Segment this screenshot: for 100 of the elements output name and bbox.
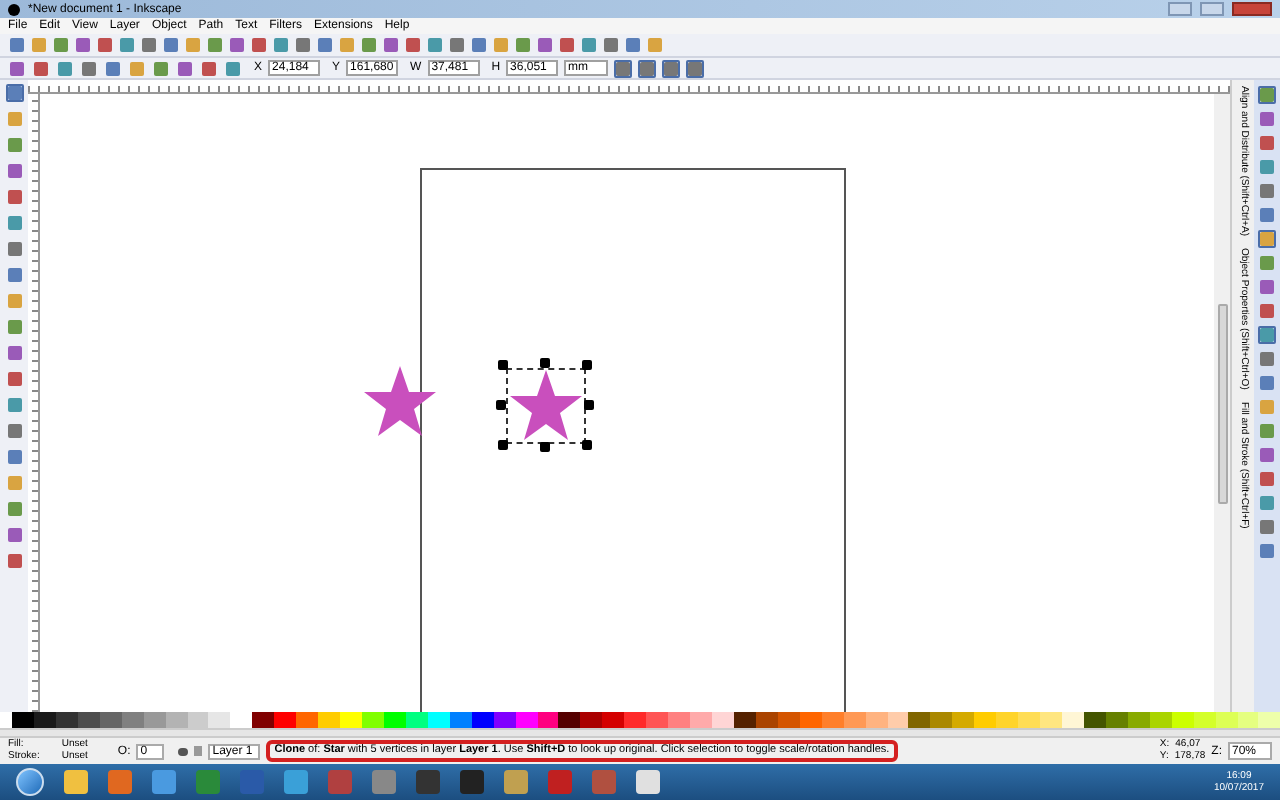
color-swatch[interactable] bbox=[121, 712, 144, 728]
color-swatch[interactable] bbox=[12, 712, 34, 728]
color-swatch[interactable] bbox=[33, 712, 56, 728]
color-swatch[interactable] bbox=[558, 712, 581, 728]
taskbar-app-icon[interactable] bbox=[108, 770, 132, 794]
color-swatch[interactable] bbox=[843, 712, 866, 728]
color-swatch[interactable] bbox=[930, 712, 953, 728]
color-swatch[interactable] bbox=[1105, 712, 1128, 728]
tool-icon[interactable] bbox=[5, 318, 23, 336]
tool-icon[interactable] bbox=[5, 370, 23, 388]
color-swatch[interactable] bbox=[1083, 712, 1106, 728]
color-swatch[interactable] bbox=[690, 712, 712, 728]
color-swatch[interactable] bbox=[318, 712, 341, 728]
color-swatch[interactable] bbox=[208, 712, 231, 728]
color-swatch[interactable] bbox=[602, 712, 625, 728]
color-swatch[interactable] bbox=[296, 712, 319, 728]
color-swatch[interactable] bbox=[165, 712, 187, 728]
color-swatch[interactable] bbox=[624, 712, 647, 728]
start-button[interactable] bbox=[16, 768, 44, 796]
resize-handle[interactable] bbox=[498, 440, 508, 450]
tool-icon[interactable] bbox=[5, 422, 23, 440]
color-swatch[interactable] bbox=[1018, 712, 1041, 728]
color-swatch[interactable] bbox=[143, 712, 166, 728]
tool-icon[interactable] bbox=[5, 162, 23, 180]
color-swatch[interactable] bbox=[187, 712, 209, 728]
scrollbar-thumb[interactable] bbox=[1217, 303, 1227, 503]
taskbar-app-icon[interactable] bbox=[636, 770, 660, 794]
resize-handle[interactable] bbox=[584, 400, 594, 410]
taskbar-app-icon[interactable] bbox=[372, 770, 396, 794]
color-swatch[interactable] bbox=[755, 712, 778, 728]
color-swatch[interactable] bbox=[493, 712, 516, 728]
color-swatch[interactable] bbox=[733, 712, 756, 728]
color-swatch[interactable] bbox=[1062, 712, 1084, 728]
color-swatch[interactable] bbox=[668, 712, 691, 728]
color-swatch[interactable] bbox=[865, 712, 887, 728]
color-swatch[interactable] bbox=[1127, 712, 1150, 728]
lock-icon[interactable] bbox=[194, 746, 203, 756]
taskbar-app-icon[interactable] bbox=[416, 770, 440, 794]
color-swatch[interactable] bbox=[537, 712, 559, 728]
color-swatch[interactable] bbox=[1215, 712, 1237, 728]
tool-icon[interactable] bbox=[5, 344, 23, 362]
resize-handle[interactable] bbox=[582, 360, 592, 370]
color-swatch[interactable] bbox=[777, 712, 800, 728]
color-swatch[interactable] bbox=[77, 712, 100, 728]
tool-icon[interactable] bbox=[5, 84, 23, 102]
eye-icon[interactable] bbox=[178, 747, 189, 755]
color-swatch[interactable] bbox=[1237, 712, 1259, 728]
star-shape[interactable] bbox=[362, 366, 438, 438]
maximize-button[interactable] bbox=[1200, 2, 1224, 16]
color-swatch[interactable] bbox=[952, 712, 975, 728]
color-swatch[interactable] bbox=[1258, 712, 1280, 728]
tool-icon[interactable] bbox=[5, 396, 23, 414]
tool-icon[interactable] bbox=[5, 240, 23, 258]
tool-icon[interactable] bbox=[5, 292, 23, 310]
taskbar-app-icon[interactable] bbox=[152, 770, 176, 794]
tool-icon[interactable] bbox=[5, 266, 23, 284]
tool-icon[interactable] bbox=[5, 448, 23, 466]
color-swatch[interactable] bbox=[1193, 712, 1216, 728]
taskbar-app-icon[interactable] bbox=[504, 770, 528, 794]
no-paint-swatch[interactable] bbox=[0, 712, 12, 728]
minimize-button[interactable] bbox=[1168, 2, 1192, 16]
tool-icon[interactable] bbox=[5, 526, 23, 544]
selected-star[interactable] bbox=[508, 370, 584, 442]
color-swatch[interactable] bbox=[821, 712, 844, 728]
tool-icon[interactable] bbox=[5, 552, 23, 570]
color-swatch[interactable] bbox=[405, 712, 428, 728]
color-swatch[interactable] bbox=[887, 712, 909, 728]
tool-icon[interactable] bbox=[5, 500, 23, 518]
color-swatch[interactable] bbox=[1040, 712, 1062, 728]
color-swatch[interactable] bbox=[799, 712, 822, 728]
tool-icon[interactable] bbox=[5, 136, 23, 154]
color-swatch[interactable] bbox=[55, 712, 78, 728]
taskbar-app-icon[interactable] bbox=[284, 770, 308, 794]
color-swatch[interactable] bbox=[383, 712, 406, 728]
color-swatch[interactable] bbox=[515, 712, 537, 728]
color-swatch[interactable] bbox=[252, 712, 275, 728]
resize-handle[interactable] bbox=[582, 440, 592, 450]
color-swatch[interactable] bbox=[99, 712, 122, 728]
color-swatch[interactable] bbox=[580, 712, 603, 728]
color-swatch[interactable] bbox=[646, 712, 669, 728]
tool-icon[interactable] bbox=[5, 214, 23, 232]
palette-scrollbar[interactable] bbox=[0, 728, 1280, 738]
color-swatch[interactable] bbox=[908, 712, 931, 728]
resize-handle[interactable] bbox=[540, 442, 550, 452]
color-swatch[interactable] bbox=[712, 712, 734, 728]
color-swatch[interactable] bbox=[340, 712, 362, 728]
resize-handle[interactable] bbox=[540, 358, 550, 368]
resize-handle[interactable] bbox=[498, 360, 508, 370]
color-swatch[interactable] bbox=[1149, 712, 1172, 728]
color-swatch[interactable] bbox=[471, 712, 494, 728]
taskbar-app-icon[interactable] bbox=[460, 770, 484, 794]
color-swatch[interactable] bbox=[996, 712, 1019, 728]
tool-icon[interactable] bbox=[5, 110, 23, 128]
color-swatch[interactable] bbox=[1171, 712, 1194, 728]
color-swatch[interactable] bbox=[449, 712, 472, 728]
tool-icon[interactable] bbox=[5, 474, 23, 492]
color-swatch[interactable] bbox=[274, 712, 297, 728]
color-swatch[interactable] bbox=[974, 712, 997, 728]
resize-handle[interactable] bbox=[496, 400, 506, 410]
taskbar-app-icon[interactable] bbox=[64, 770, 88, 794]
